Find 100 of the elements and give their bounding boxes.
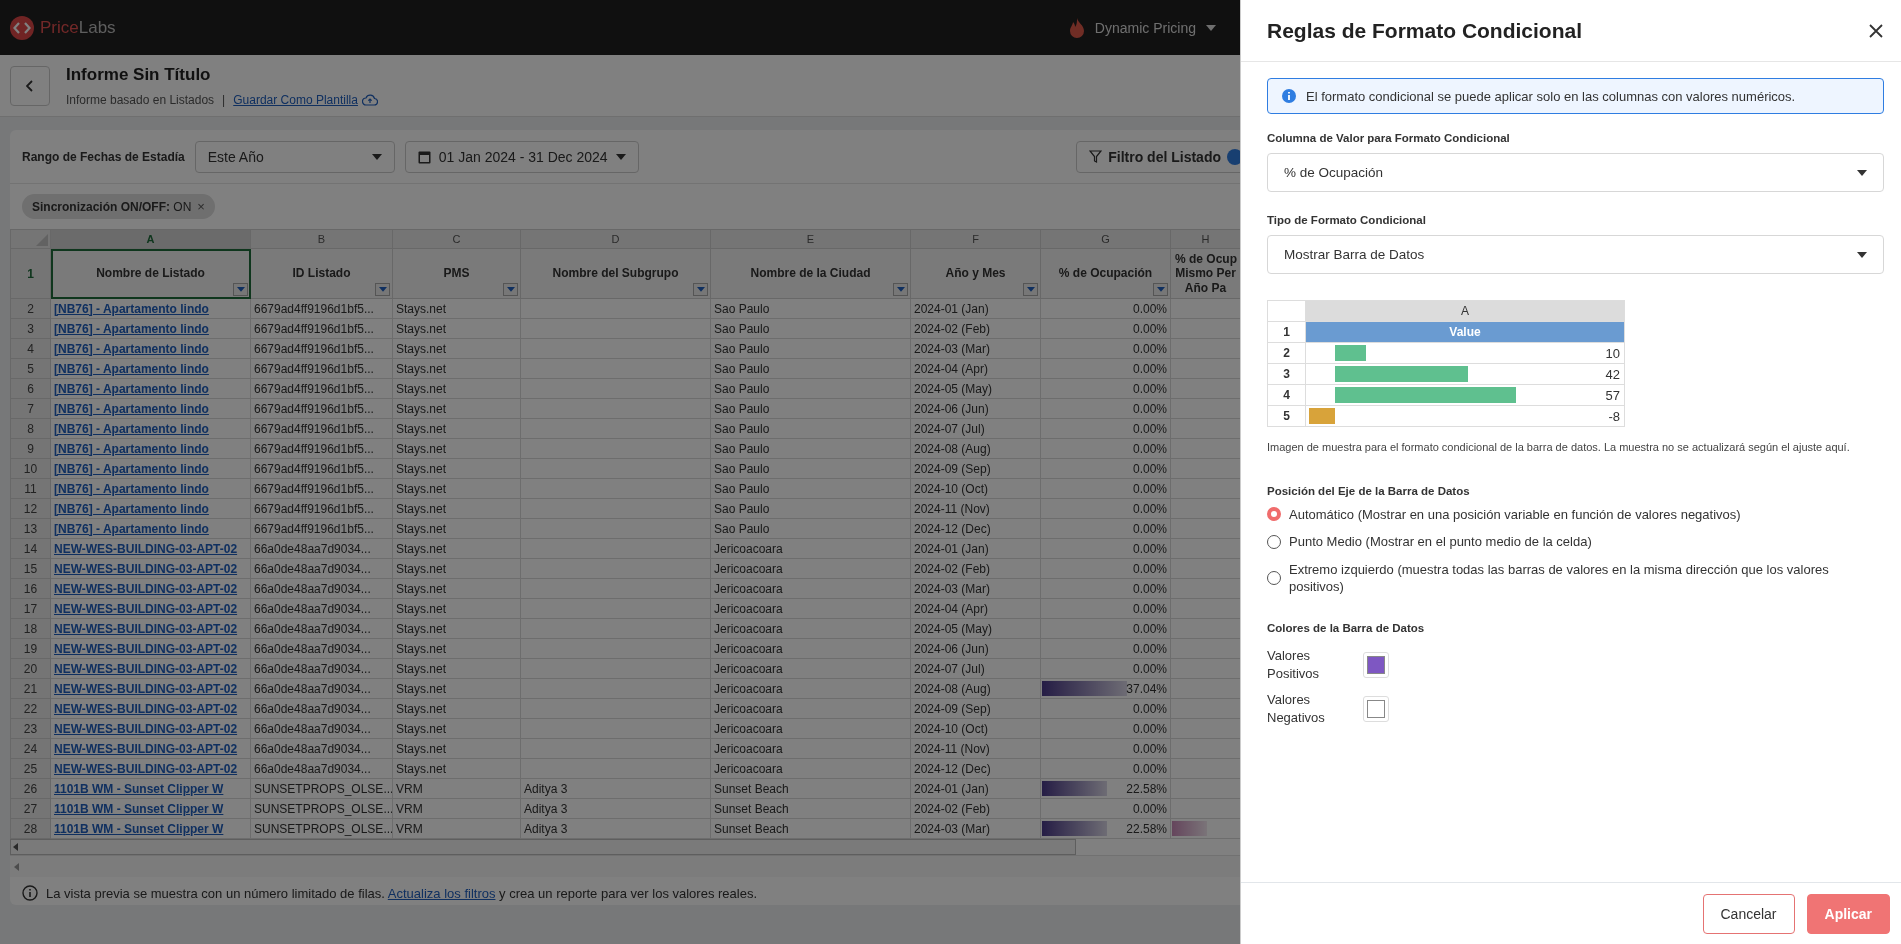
table-cell: 2024-01 (Jan) <box>910 298 1041 319</box>
axis-radio-option[interactable]: Punto Medio (Mostrar en el punto medio de la celda) <box>1267 533 1884 551</box>
column-letter[interactable]: E <box>710 229 911 249</box>
row-number: 14 <box>10 538 51 559</box>
table-cell: 0.00% <box>1040 338 1171 359</box>
column-letter[interactable]: F <box>910 229 1041 249</box>
value-column-select[interactable]: % de Ocupación <box>1267 153 1884 192</box>
table-cell: Sao Paulo <box>710 318 911 339</box>
horizontal-scrollbar[interactable] <box>10 839 1076 855</box>
sample-header: Value <box>1305 321 1625 343</box>
axis-radio-option[interactable]: Extremo izquierdo (muestra todas las barras de valores en la misma dirección que los valores positivos) <box>1267 560 1884 596</box>
table-cell: 66a0de48aa7d9034... <box>250 658 393 679</box>
column-header[interactable]: % de Ocup Mismo Per Año Pa <box>1170 248 1240 299</box>
format-type-select[interactable]: Mostrar Barra de Datos <box>1267 235 1884 274</box>
column-filter-button[interactable] <box>1023 283 1038 296</box>
table-cell: Stays.net <box>392 378 521 399</box>
table-cell: Stays.net <box>392 418 521 439</box>
table-cell: Sao Paulo <box>710 518 911 539</box>
color-label: Valores Negativos <box>1267 691 1326 728</box>
table-cell: 2024-06 (Jun) <box>910 398 1041 419</box>
column-header[interactable]: Nombre de Listado <box>50 248 251 299</box>
info-icon <box>1282 89 1296 103</box>
row-number: 13 <box>10 518 51 539</box>
table-cell: 2024-06 (Jun) <box>910 638 1041 659</box>
table-cell: Sao Paulo <box>710 358 911 379</box>
section-label: Colores de la Barra de Datos <box>1267 621 1426 634</box>
column-header[interactable]: Año y Mes <box>910 248 1041 299</box>
column-filter-button[interactable] <box>893 283 908 296</box>
save-template-link[interactable]: Guardar Como Plantilla <box>233 92 378 107</box>
row-number: 19 <box>10 638 51 659</box>
table-cell: Jericoacoara <box>710 618 911 639</box>
row-number: 28 <box>10 818 51 839</box>
sample-caption: Imagen de muestra para el formato condicional de la barra de datos. La muestra no se actualizará según el ajuste aquí. <box>1267 440 1851 455</box>
table-cell: 2024-11 (Nov) <box>910 738 1041 759</box>
column-header[interactable]: ID Listado <box>250 248 393 299</box>
chip-remove-button[interactable]: × <box>197 199 205 214</box>
table-cell: Stays.net <box>392 578 521 599</box>
column-header[interactable]: Nombre de la Ciudad <box>710 248 911 299</box>
table-cell: Sunset Beach <box>710 778 911 799</box>
column-header[interactable]: % de Ocupación <box>1040 248 1171 299</box>
caret-down-icon <box>1156 287 1165 292</box>
table-cell: Stays.net <box>392 638 521 659</box>
info-icon <box>22 885 38 901</box>
column-header[interactable]: Nombre del Subgrupo <box>520 248 711 299</box>
column-filter-button[interactable] <box>693 283 708 296</box>
table-cell: 2024-10 (Oct) <box>910 478 1041 499</box>
product-menu[interactable]: Dynamic Pricing <box>1068 17 1216 38</box>
table-cell: 6679ad4ff9196d1bf5... <box>250 438 393 459</box>
table-cell: Stays.net <box>392 398 521 419</box>
table-cell: 2024-07 (Jul) <box>910 418 1041 439</box>
table-cell: 2024-02 (Feb) <box>910 558 1041 579</box>
column-filter-button[interactable] <box>233 283 248 296</box>
table-cell: Aditya 3 <box>520 778 711 799</box>
axis-radio-option[interactable]: Automático (Mostrar en una posición variable en función de valores negativos) <box>1267 505 1884 524</box>
column-filter-button[interactable] <box>503 283 518 296</box>
caret-down-icon <box>371 153 382 160</box>
column-filter-button[interactable] <box>375 283 390 296</box>
column-letter[interactable]: G <box>1040 229 1171 249</box>
column-letter[interactable]: B <box>250 229 393 249</box>
table-cell: Stays.net <box>392 518 521 539</box>
cancel-button[interactable]: Cancelar <box>1702 893 1795 934</box>
table-cell: 37.04% <box>1126 681 1167 696</box>
column-header[interactable]: PMS <box>392 248 521 299</box>
listing-filter-button[interactable]: Filtro del Listado <box>1076 140 1240 173</box>
table-cell: Jericoacoara <box>710 678 911 699</box>
sample-value: 42 <box>1605 366 1620 382</box>
table-cell: Sao Paulo <box>710 498 911 519</box>
table-cell: Sao Paulo <box>710 338 911 359</box>
table-cell: Stays.net <box>392 598 521 619</box>
row-number: 4 <box>1267 384 1306 406</box>
update-filters-link[interactable]: Actualiza los filtros <box>387 885 496 901</box>
table-cell: Jericoacoara <box>710 558 911 579</box>
caret-down-icon <box>896 287 905 292</box>
date-picker[interactable]: 01 Jan 2024 - 31 Dec 2024 <box>404 140 639 173</box>
filter-icon <box>1089 150 1103 163</box>
table-cell: 0.00% <box>1040 378 1171 399</box>
column-letter[interactable]: C <box>392 229 521 249</box>
date-range-select[interactable]: Este Año <box>194 140 395 173</box>
column-letter[interactable]: A <box>50 229 251 249</box>
column-letter[interactable]: H <box>1170 229 1240 249</box>
table-cell: Sao Paulo <box>710 438 911 459</box>
table-cell: 0.00% <box>1040 798 1171 819</box>
calendar-icon <box>417 149 431 164</box>
table-cell: 2024-02 (Feb) <box>910 798 1041 819</box>
field-label: Tipo de Formato Condicional <box>1267 214 1427 226</box>
preview-note: La vista previa se muestra con un número limitado de filas. Actualiza los filtros y crea un reporte para ver los valores reales. <box>46 885 758 901</box>
apply-button[interactable]: Aplicar <box>1806 893 1890 934</box>
column-filter-button[interactable] <box>1153 283 1168 296</box>
row-number: 22 <box>10 698 51 719</box>
row-number: 5 <box>10 358 51 379</box>
column-letter[interactable]: D <box>520 229 711 249</box>
table-cell: Sunset Beach <box>710 818 911 839</box>
caret-down-icon <box>506 287 515 292</box>
caret-down-icon <box>378 287 387 292</box>
row-number: 1 <box>1267 321 1306 343</box>
table-cell: 2024-08 (Aug) <box>910 438 1041 459</box>
table-cell: 0.00% <box>1040 538 1171 559</box>
table-cell: 6679ad4ff9196d1bf5... <box>250 338 393 359</box>
table-cell: Jericoacoara <box>710 758 911 779</box>
row-number: 4 <box>10 338 51 359</box>
